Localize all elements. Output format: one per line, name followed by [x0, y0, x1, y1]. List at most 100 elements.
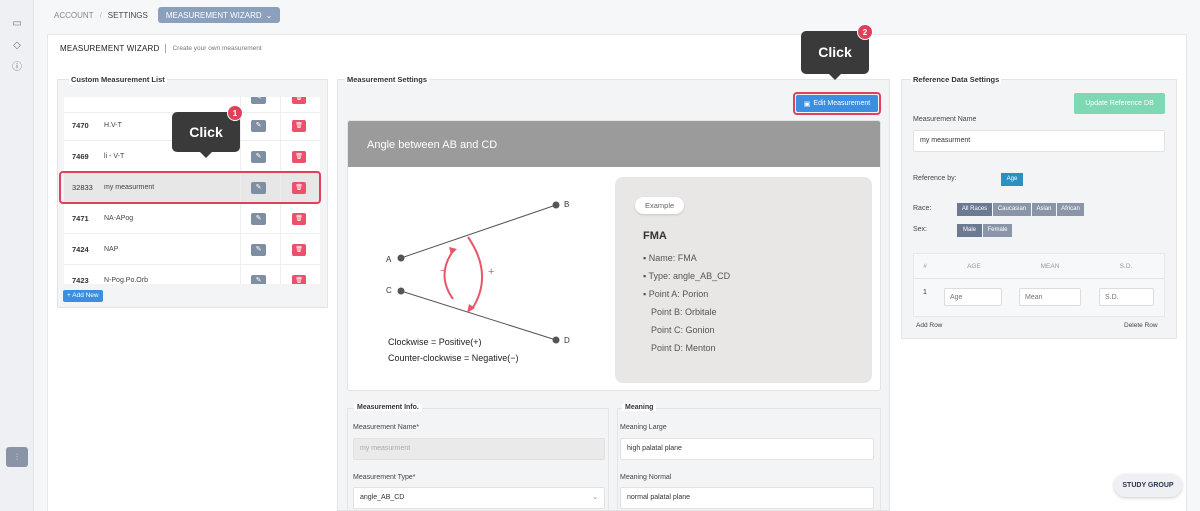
list-panel-title: Custom Measurement List — [69, 75, 167, 84]
trash-icon[interactable]: 🗑 — [292, 150, 306, 163]
reference-table: # AGE MEAN S.D. 1 — [913, 253, 1165, 317]
book-icon[interactable]: ▭ — [11, 18, 23, 30]
example-line: ▪ Type: angle_AB_CD — [643, 271, 731, 281]
trash-icon[interactable]: 🗑 — [292, 212, 306, 225]
counter-clockwise-note: Counter-clockwise = Negative(−) — [388, 353, 519, 363]
left-sidebar: ▭ ◇ ⓘ ⫶ — [0, 0, 34, 511]
breadcrumb-separator: / — [99, 10, 102, 20]
tooltip-arrow — [200, 152, 212, 158]
page-header: MEASUREMENT WIZARD Create your own measu… — [60, 44, 262, 53]
edit-icon[interactable]: ✎ — [251, 97, 266, 104]
edit-icon[interactable]: ✎ — [251, 274, 266, 284]
sd-input[interactable] — [1099, 288, 1154, 306]
point-c — [397, 287, 405, 295]
list-item-id: 7424 — [72, 245, 89, 254]
trash-icon[interactable]: 🗑 — [292, 119, 306, 132]
list-item[interactable]: 7471 NA-APog ✎ 🗑 — [64, 204, 320, 234]
age-input[interactable] — [944, 288, 1002, 306]
list-item-id: 7471 — [72, 214, 89, 223]
study-group-button[interactable]: STUDY GROUP — [1114, 474, 1182, 497]
sex-tag-male[interactable]: Male — [957, 224, 982, 237]
add-new-button[interactable]: + Add New — [63, 290, 103, 302]
point-a — [397, 254, 405, 262]
point-d — [552, 336, 560, 344]
example-line: Point B: Orbitale — [651, 307, 717, 317]
table-header: MEAN — [1040, 263, 1060, 270]
edit-icon[interactable]: ✎ — [251, 150, 266, 163]
list-item-name: NAP — [104, 246, 119, 253]
example-line: ▪ Name: FMA — [643, 253, 697, 263]
tooltip-arrow — [829, 74, 841, 80]
example-box: Example FMA ▪ Name: FMA ▪ Type: angle_AB… — [615, 177, 872, 383]
table-header: # — [923, 263, 927, 270]
update-reference-db-button[interactable]: Update Reference DB — [1074, 93, 1165, 114]
label-c: C — [386, 286, 392, 295]
settings-panel-title: Measurement Settings — [345, 75, 430, 84]
breadcrumb-wizard-label: MEASUREMENT WIZARD — [165, 10, 262, 20]
list-item-id: 7423 — [72, 276, 89, 284]
minus-sign: − — [440, 265, 446, 277]
diagram-header: Angle between AB and CD — [348, 121, 880, 167]
meaning-large-input[interactable]: high palatal plane — [620, 438, 874, 460]
race-tag-african[interactable]: African — [1057, 203, 1084, 216]
race-tag-caucasian[interactable]: Caucasian — [993, 203, 1031, 216]
table-header: S.D. — [1119, 263, 1133, 270]
mean-input[interactable] — [1019, 288, 1081, 306]
trash-icon[interactable]: 🗑 — [292, 97, 306, 104]
race-tag-all[interactable]: All Races — [957, 203, 992, 216]
reference-by-label: Reference by: — [913, 175, 957, 182]
race-label: Race: — [913, 205, 932, 212]
sex-label: Sex: — [913, 226, 928, 233]
breadcrumb: ACCOUNT / SETTINGS MEASUREMENT WIZARD ⌄ — [54, 7, 281, 23]
example-pill: Example — [635, 197, 685, 214]
meaning-normal-label: Meaning Normal — [620, 474, 672, 481]
list-item-id: 7470 — [72, 121, 89, 130]
page-subtitle: Create your own measurement — [172, 45, 262, 52]
selected-row-highlight — [59, 171, 321, 204]
label-d: D — [564, 336, 570, 345]
add-row-link[interactable]: Add Row — [916, 322, 942, 329]
reference-panel-title: Reference Data Settings — [911, 75, 1002, 84]
reference-name-label: Measurement Name — [913, 116, 977, 123]
reference-by-age-tag[interactable]: Age — [1001, 173, 1023, 186]
trash-icon[interactable]: 🗑 — [292, 243, 306, 256]
measurement-type-value: angle_AB_CD — [360, 494, 405, 501]
breadcrumb-account[interactable]: ACCOUNT — [54, 11, 94, 20]
list-item-name: N-Pog.Po.Orb — [104, 277, 148, 284]
list-item-name: NA-APog — [104, 215, 134, 222]
clockwise-arc — [467, 236, 483, 310]
table-header-row: # AGE MEAN S.D. — [914, 254, 1164, 279]
edit-icon[interactable]: ✎ — [251, 212, 266, 225]
list-item-id: 7469 — [72, 152, 89, 161]
settings-sliders-icon[interactable]: ⫶ — [6, 447, 28, 467]
diagram-title: Angle between AB and CD — [367, 139, 498, 151]
meaning-normal-input[interactable]: normal palatal plane — [620, 487, 874, 509]
breadcrumb-settings[interactable]: SETTINGS — [108, 11, 148, 20]
reference-name-input[interactable]: my measurment — [913, 130, 1165, 152]
info-icon[interactable]: ⓘ — [11, 62, 23, 74]
step-badge-2: 2 — [857, 24, 873, 40]
measurement-type-select[interactable]: angle_AB_CD ⌄ — [353, 487, 605, 509]
race-tag-asian[interactable]: Asian — [1032, 203, 1056, 216]
example-line: ▪ Point A: Porion — [643, 289, 709, 299]
plus-sign: + — [488, 266, 494, 278]
step-badge-1: 1 — [227, 105, 243, 121]
delete-row-link[interactable]: Delete Row — [1124, 322, 1158, 329]
edit-icon[interactable]: ✎ — [251, 119, 266, 132]
table-row-number: 1 — [923, 289, 927, 296]
breadcrumb-wizard-dropdown[interactable]: MEASUREMENT WIZARD ⌄ — [157, 7, 281, 23]
list-item[interactable]: 7423 N-Pog.Po.Orb ✎ 🗑 — [64, 266, 320, 284]
list-item[interactable]: 7424 NAP ✎ 🗑 — [64, 235, 320, 265]
sex-tag-female[interactable]: Female — [983, 224, 1012, 237]
measurement-info-title: Measurement Info. — [354, 404, 422, 411]
meaning-title: Meaning — [622, 404, 657, 411]
chevron-down-icon: ⌄ — [592, 494, 598, 501]
meaning-large-label: Meaning Large — [620, 424, 667, 431]
measurement-type-label: Measurement Type* — [353, 474, 416, 481]
tag-icon[interactable]: ◇ — [11, 40, 23, 52]
tooltip-text: Click — [189, 124, 223, 140]
example-line: Point D: Menton — [651, 343, 716, 353]
page-title: MEASUREMENT WIZARD — [60, 44, 160, 53]
edit-icon[interactable]: ✎ — [251, 243, 266, 256]
trash-icon[interactable]: 🗑 — [292, 274, 306, 284]
